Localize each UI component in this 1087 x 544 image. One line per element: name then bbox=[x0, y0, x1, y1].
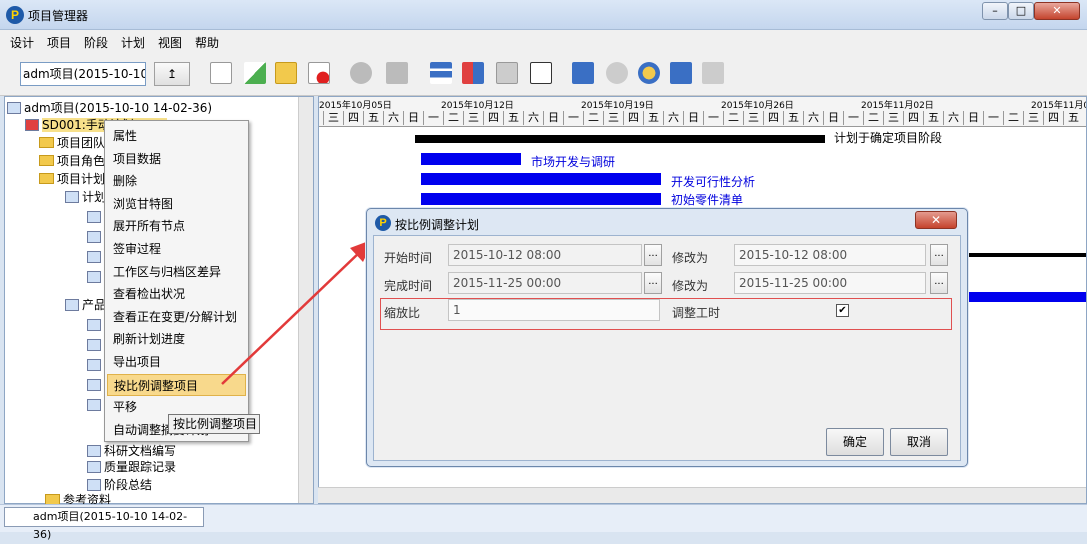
adjust-hours-label: 调整工时 bbox=[672, 306, 721, 320]
start-time-label: 开始时间 bbox=[384, 251, 433, 265]
scale-label: 缩放比 bbox=[384, 306, 421, 320]
end-time-field: 2015-11-25 00:00 bbox=[448, 272, 642, 294]
start-time-field: 2015-10-12 08:00 bbox=[448, 244, 642, 266]
end-modify-picker[interactable]: ... bbox=[930, 272, 948, 294]
end-time-picker: ... bbox=[644, 272, 662, 294]
cancel-button[interactable]: 取消 bbox=[890, 428, 948, 456]
end-time-label: 完成时间 bbox=[384, 279, 433, 293]
adjust-hours-checkbox[interactable]: ✔ bbox=[836, 304, 849, 317]
dialog-close-button[interactable]: ✕ bbox=[915, 211, 957, 229]
scale-input[interactable]: 1 bbox=[448, 299, 660, 321]
start-time-picker: ... bbox=[644, 244, 662, 266]
ok-button[interactable]: 确定 bbox=[826, 428, 884, 456]
scale-plan-dialog: P 按比例调整计划 ✕ 开始时间 2015-10-12 08:00 ... 修改… bbox=[366, 208, 968, 467]
start-modify-picker[interactable]: ... bbox=[930, 244, 948, 266]
end-modify-label: 修改为 bbox=[672, 279, 709, 293]
dialog-title: 按比例调整计划 bbox=[395, 218, 480, 232]
dialog-body: 开始时间 2015-10-12 08:00 ... 修改为 2015-10-12… bbox=[373, 235, 961, 461]
app-logo-icon: P bbox=[375, 215, 391, 231]
end-modify-field[interactable]: 2015-11-25 00:00 bbox=[734, 272, 926, 294]
start-modify-field[interactable]: 2015-10-12 08:00 bbox=[734, 244, 926, 266]
start-modify-label: 修改为 bbox=[672, 251, 709, 265]
